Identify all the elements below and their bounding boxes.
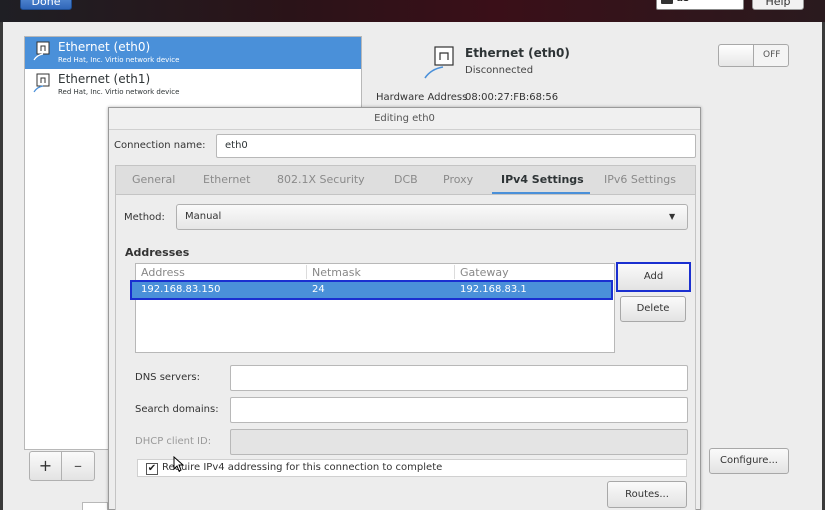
device-item-eth0[interactable]: Ethernet (eth0) Red Hat, Inc. Virtio net…: [25, 37, 361, 69]
ipv4-settings-panel: Method: Manual ▼ Addresses Address Netma…: [115, 195, 696, 510]
remove-device-button[interactable]: –: [62, 452, 94, 480]
column-divider: [454, 265, 455, 279]
settings-tabs: General Ethernet 802.1X Security DCB Pro…: [115, 165, 696, 195]
dhcp-client-id-label: DHCP client ID:: [135, 436, 212, 447]
add-address-button[interactable]: Add: [616, 262, 691, 292]
mouse-cursor-icon: [173, 456, 185, 472]
ethernet-icon: [33, 41, 50, 61]
window-edge-left: [0, 22, 3, 510]
method-value: Manual: [185, 211, 222, 222]
device-vendor: Red Hat, Inc. Virtio network device: [58, 56, 180, 64]
tab-general[interactable]: General: [132, 173, 175, 186]
addresses-heading: Addresses: [125, 246, 190, 259]
delete-address-button[interactable]: Delete: [620, 296, 686, 322]
dns-servers-label: DNS servers:: [135, 372, 200, 383]
toggle-state-label: OFF: [763, 50, 781, 60]
device-name: Ethernet (eth1): [58, 72, 151, 86]
tab-ethernet[interactable]: Ethernet: [203, 173, 250, 186]
table-row[interactable]: 192.168.83.150 24 192.168.83.1: [130, 280, 613, 300]
editing-connection-dialog: Editing eth0 Connection name: eth0 Gener…: [108, 107, 701, 510]
configure-button[interactable]: Configure...: [709, 448, 789, 474]
tab-8021x-security[interactable]: 802.1X Security: [277, 173, 365, 186]
ethernet-icon: [33, 73, 50, 93]
connection-name-field[interactable]: eth0: [216, 134, 696, 158]
connection-name-label: Connection name:: [114, 140, 206, 151]
dialog-title: Editing eth0: [109, 108, 700, 130]
keyboard-icon: [661, 0, 673, 4]
method-label: Method:: [124, 212, 165, 223]
active-tab-indicator: [492, 192, 590, 194]
address-cell[interactable]: 192.168.83.150: [141, 284, 221, 295]
done-button[interactable]: Done: [20, 0, 72, 10]
bottom-tab-stub: [82, 502, 108, 510]
hardware-address-value: 08:00:27:FB:68:56: [465, 92, 559, 103]
search-domains-label: Search domains:: [135, 404, 219, 415]
gateway-cell[interactable]: 192.168.83.1: [460, 284, 527, 295]
dns-servers-field[interactable]: [230, 365, 688, 391]
device-list-buttons: + –: [29, 451, 95, 481]
add-device-button[interactable]: +: [30, 452, 62, 480]
netmask-cell[interactable]: 24: [312, 284, 325, 295]
chevron-down-icon: ▼: [669, 212, 676, 221]
tab-dcb[interactable]: DCB: [394, 173, 418, 186]
tab-ipv6-settings[interactable]: IPv6 Settings: [604, 173, 676, 186]
dhcp-client-id-field: [230, 429, 688, 455]
routes-button[interactable]: Routes...: [607, 481, 687, 508]
column-header-address[interactable]: Address: [141, 266, 185, 279]
device-title: Ethernet (eth0): [465, 46, 570, 60]
device-status: Disconnected: [465, 65, 534, 76]
ethernet-icon: [424, 46, 454, 79]
require-ipv4-checkbox[interactable]: ✔: [146, 463, 158, 475]
addresses-table: Address Netmask Gateway 192.168.83.150 2…: [130, 263, 615, 353]
help-button[interactable]: Help: [752, 0, 804, 10]
tab-proxy[interactable]: Proxy: [443, 173, 473, 186]
search-domains-field[interactable]: [230, 397, 688, 423]
device-power-toggle[interactable]: OFF: [718, 44, 789, 67]
device-name: Ethernet (eth0): [58, 40, 151, 54]
device-vendor: Red Hat, Inc. Virtio network device: [58, 88, 180, 96]
column-divider: [306, 265, 307, 279]
require-ipv4-label: Require IPv4 addressing for this connect…: [162, 462, 443, 473]
hardware-address-label: Hardware Address: [376, 92, 468, 103]
method-dropdown[interactable]: Manual ▼: [176, 204, 688, 230]
toggle-knob: [719, 45, 754, 66]
device-item-eth1[interactable]: Ethernet (eth1) Red Hat, Inc. Virtio net…: [25, 69, 361, 101]
column-header-gateway[interactable]: Gateway: [460, 266, 509, 279]
keyboard-layout-label: us: [676, 0, 689, 4]
column-header-netmask[interactable]: Netmask: [312, 266, 361, 279]
top-header-bar: Done us Help: [0, 0, 825, 22]
keyboard-layout-indicator[interactable]: us: [656, 0, 744, 10]
require-ipv4-row[interactable]: ✔ Require IPv4 addressing for this conne…: [137, 459, 687, 477]
tab-ipv4-settings[interactable]: IPv4 Settings: [501, 173, 584, 186]
